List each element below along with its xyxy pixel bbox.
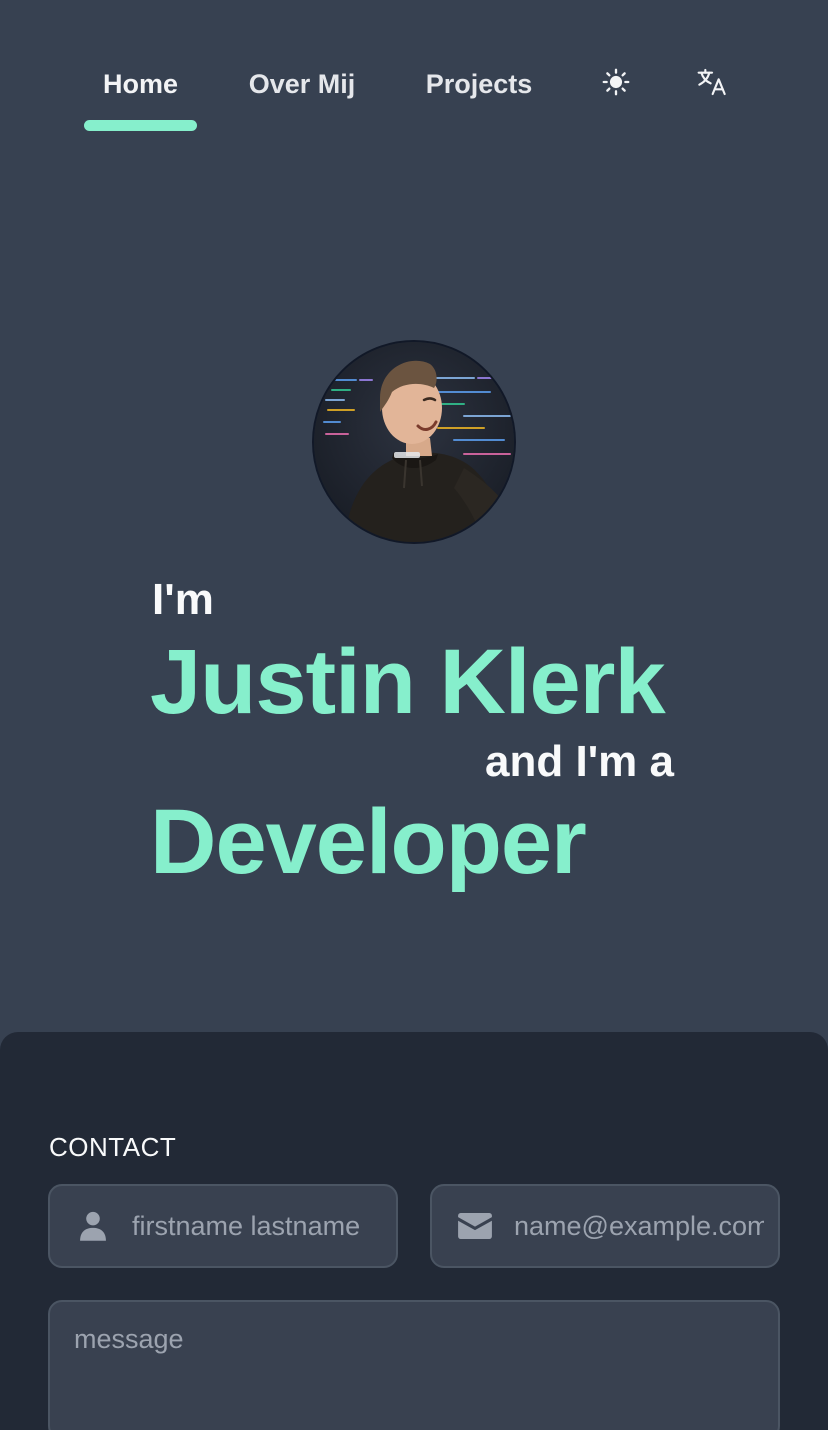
user-icon <box>76 1209 110 1243</box>
nav-home[interactable]: Home <box>84 66 197 106</box>
message-field <box>48 1300 780 1430</box>
profile-photo <box>314 342 514 542</box>
contact-title: CONTACT <box>49 1132 177 1162</box>
email-input[interactable] <box>514 1210 764 1242</box>
message-input[interactable] <box>74 1324 754 1424</box>
contact-section: CONTACT <box>0 1032 828 1430</box>
translate-icon <box>697 68 726 96</box>
envelope-icon <box>458 1209 492 1243</box>
sun-icon <box>602 68 630 96</box>
name-field <box>48 1184 398 1268</box>
hero-role: Developer <box>150 791 587 893</box>
theme-toggle-button[interactable] <box>596 62 636 102</box>
nav-over-mij[interactable]: Over Mij <box>232 66 372 106</box>
hero-name: Justin Klerk <box>150 631 666 733</box>
email-field <box>430 1184 780 1268</box>
nav-projects[interactable]: Projects <box>408 66 550 106</box>
avatar <box>312 340 516 544</box>
hero-prefix: I'm <box>152 575 214 624</box>
nav-active-indicator <box>84 120 197 131</box>
top-nav: Home Over Mij Projects <box>0 0 828 150</box>
hero-connector: and I'm a <box>485 737 674 786</box>
name-input[interactable] <box>132 1210 382 1242</box>
language-toggle-button[interactable] <box>692 62 732 102</box>
page: Home Over Mij Projects I'm Justin Klerk … <box>0 0 828 1430</box>
